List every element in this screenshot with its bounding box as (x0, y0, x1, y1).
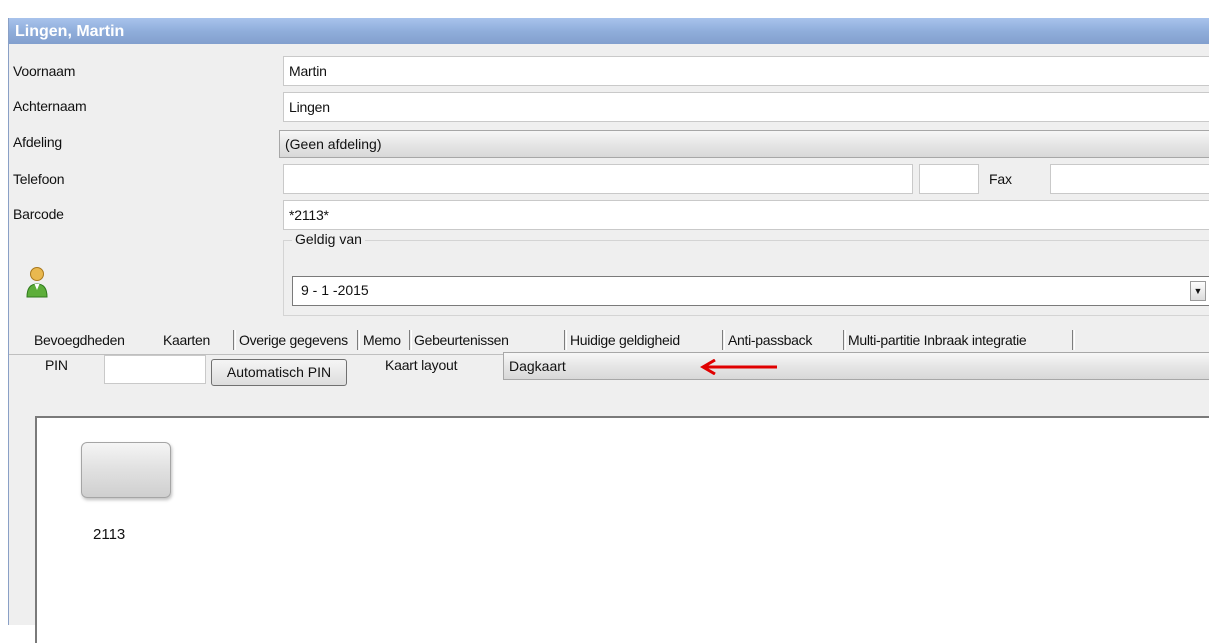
barcode-label: Barcode (13, 206, 64, 222)
kaart-layout-select[interactable]: Dagkaart (503, 352, 1209, 380)
red-arrow-icon (700, 359, 777, 375)
fax-label: Fax (989, 171, 1012, 187)
tab-separator (1072, 330, 1075, 350)
card-tile[interactable] (81, 442, 171, 498)
tab-multi-partitie[interactable]: Multi-partitie Inbraak integratie (848, 325, 1027, 355)
geldig-van-value: 9 - 1 -2015 (301, 282, 369, 298)
user-icon (26, 267, 48, 298)
kaart-layout-label: Kaart layout (385, 357, 458, 373)
person-window: Lingen, Martin Voornaam Martin Achternaa… (8, 18, 1209, 643)
achternaam-label: Achternaam (13, 98, 87, 114)
tab-separator (722, 330, 725, 350)
tab-bevoegdheden[interactable]: Bevoegdheden (34, 325, 125, 355)
tab-anti-passback[interactable]: Anti-passback (728, 325, 812, 355)
tab-gebeurtenissen[interactable]: Gebeurtenissen (414, 325, 509, 355)
voornaam-label: Voornaam (13, 63, 76, 79)
afdeling-label: Afdeling (13, 134, 62, 150)
achternaam-field[interactable]: Lingen (283, 92, 1209, 122)
automatisch-pin-button[interactable]: Automatisch PIN (211, 359, 347, 386)
tab-separator (357, 330, 360, 350)
fax-field[interactable] (1050, 164, 1209, 194)
pin-label: PIN (45, 357, 68, 373)
chevron-down-icon[interactable]: ▼ (1190, 281, 1206, 301)
cards-panel: 2113 (35, 416, 1209, 643)
geldig-van-label: Geldig van (292, 231, 365, 247)
tab-strip: Bevoegdheden Kaarten Overige gegevens Me… (9, 325, 1209, 355)
voornaam-field[interactable]: Martin (283, 56, 1209, 86)
tab-separator (409, 330, 412, 350)
telefoon-field[interactable] (283, 164, 913, 194)
tab-separator (564, 330, 567, 350)
tab-overige-gegevens[interactable]: Overige gegevens (239, 325, 348, 355)
window-title: Lingen, Martin (9, 18, 1209, 44)
tab-separator (233, 330, 236, 350)
telefoon-extension-field[interactable] (919, 164, 979, 194)
afdeling-select[interactable]: (Geen afdeling) (279, 130, 1209, 158)
telefoon-label: Telefoon (13, 171, 65, 187)
pin-field[interactable] (104, 355, 206, 384)
tab-kaarten[interactable]: Kaarten (163, 325, 210, 355)
tab-separator (843, 330, 846, 350)
geldig-van-date-picker[interactable]: 9 - 1 -2015 ▼ (292, 276, 1209, 306)
card-number: 2113 (93, 526, 126, 543)
tab-memo[interactable]: Memo (363, 325, 401, 355)
barcode-field[interactable]: *2113* (283, 200, 1209, 230)
tab-huidige-geldigheid[interactable]: Huidige geldigheid (570, 325, 680, 355)
